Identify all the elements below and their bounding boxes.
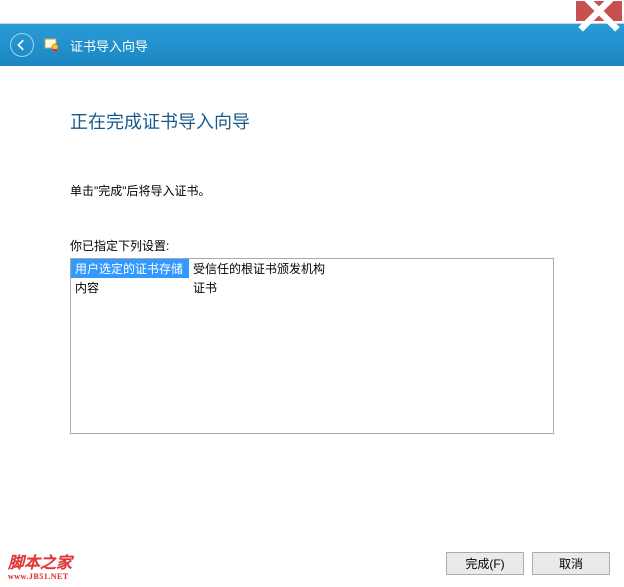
window-titlebar	[0, 0, 624, 24]
close-button[interactable]	[576, 1, 622, 21]
setting-key: 用户选定的证书存储	[71, 259, 189, 278]
wizard-content: 正在完成证书导入向导 单击"完成"后将导入证书。 你已指定下列设置: 用户选定的…	[0, 66, 624, 587]
watermark-text: 脚本之家	[8, 555, 72, 572]
wizard-footer: 脚本之家 www.JB51.NET 完成(F) 取消	[0, 539, 624, 587]
settings-listbox[interactable]: 用户选定的证书存储受信任的根证书颁发机构内容证书	[70, 258, 554, 434]
instruction-text: 单击"完成"后将导入证书。	[70, 182, 554, 199]
cancel-button[interactable]: 取消	[532, 552, 610, 575]
back-arrow-icon	[16, 39, 28, 51]
settings-label: 你已指定下列设置:	[70, 237, 554, 254]
watermark: 脚本之家 www.JB51.NET	[8, 556, 72, 581]
close-icon	[576, 0, 622, 34]
finish-button[interactable]: 完成(F)	[446, 552, 524, 575]
table-row[interactable]: 内容证书	[71, 278, 553, 297]
setting-key: 内容	[71, 278, 189, 297]
certificate-icon	[44, 37, 60, 53]
watermark-url: www.JB51.NET	[8, 573, 72, 581]
wizard-title: 证书导入向导	[70, 36, 148, 55]
page-heading: 正在完成证书导入向导	[70, 108, 554, 134]
wizard-header: 证书导入向导	[0, 24, 624, 66]
back-button[interactable]	[10, 33, 34, 57]
setting-value: 证书	[189, 278, 553, 297]
table-row[interactable]: 用户选定的证书存储受信任的根证书颁发机构	[71, 259, 553, 278]
setting-value: 受信任的根证书颁发机构	[189, 259, 553, 278]
